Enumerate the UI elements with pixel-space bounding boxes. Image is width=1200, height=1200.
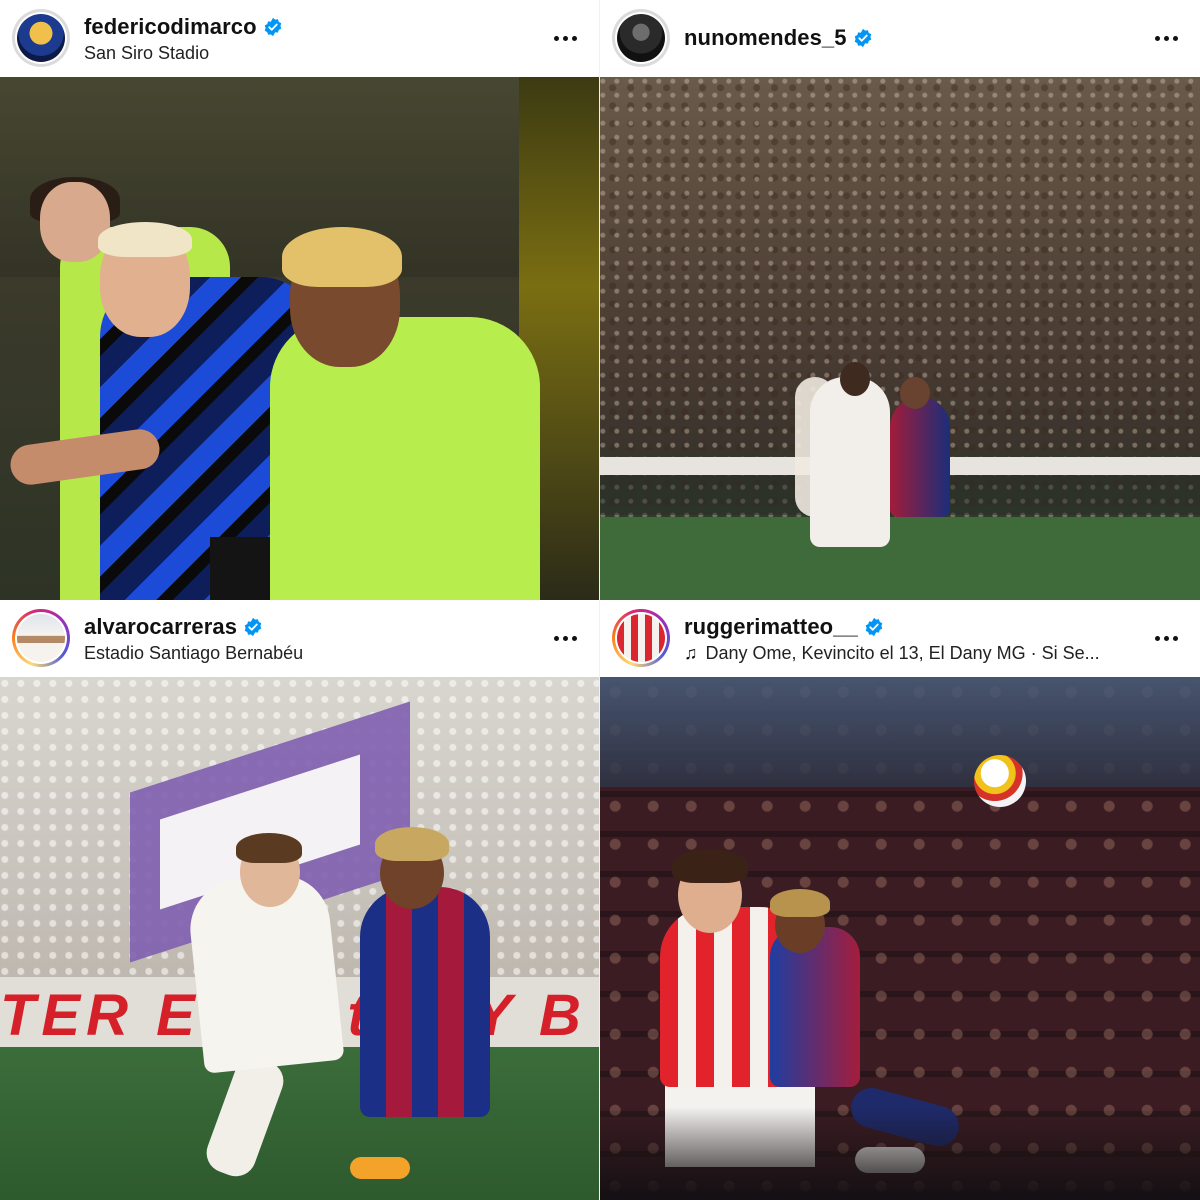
avatar-ring[interactable] (12, 9, 70, 67)
username[interactable]: nunomendes_5 (684, 25, 847, 51)
more-options-icon[interactable] (549, 622, 581, 654)
post-card: ruggerimatteo__ ♫ Dany Ome, Kevincito el… (600, 600, 1200, 1200)
post-meta: ruggerimatteo__ ♫ Dany Ome, Kevincito el… (684, 613, 1200, 664)
audio-track-text: Dany Ome, Kevincito el 13, El Dany MG · … (705, 642, 1100, 663)
post-header: nunomendes_5 (600, 0, 1200, 76)
more-options-icon[interactable] (1150, 22, 1182, 54)
location-label[interactable]: Estadio Santiago Bernabéu (84, 643, 554, 664)
post-photo[interactable] (0, 77, 599, 600)
avatar (617, 14, 665, 62)
post-photo[interactable] (600, 677, 1200, 1200)
post-meta: nunomendes_5 (684, 24, 1200, 52)
location-label[interactable]: San Siro Stadio (84, 43, 554, 64)
verified-badge-icon (244, 617, 262, 636)
post-meta: alvarocarreras Estadio Santiago Bernabéu (84, 613, 599, 664)
avatar-frame (15, 612, 67, 664)
more-options-icon[interactable] (549, 22, 581, 54)
avatar (617, 614, 665, 662)
football (974, 755, 1026, 807)
avatar-frame (15, 12, 67, 64)
post-meta: federicodimarco San Siro Stadio (84, 13, 599, 64)
avatar-frame (615, 612, 667, 664)
post-header: federicodimarco San Siro Stadio (0, 0, 599, 76)
username-row: alvarocarreras (84, 613, 599, 641)
username[interactable]: federicodimarco (84, 14, 257, 40)
avatar-story-ring[interactable] (12, 609, 70, 667)
avatar-story-ring[interactable] (612, 609, 670, 667)
post-card: nunomendes_5 (600, 0, 1200, 600)
avatar-frame (615, 12, 667, 64)
post-header: alvarocarreras Estadio Santiago Bernabéu (0, 600, 599, 676)
post-photo[interactable] (600, 77, 1200, 600)
username-row: ruggerimatteo__ (684, 613, 1200, 641)
music-note-icon: ♫ (684, 642, 698, 663)
verified-badge-icon (865, 617, 883, 636)
post-header: ruggerimatteo__ ♫ Dany Ome, Kevincito el… (600, 600, 1200, 676)
post-photo[interactable]: TER Emirat FLY B (0, 677, 599, 1200)
avatar-ring[interactable] (612, 9, 670, 67)
post-card: alvarocarreras Estadio Santiago Bernabéu… (0, 600, 599, 1200)
username-row: nunomendes_5 (684, 24, 1200, 52)
username[interactable]: alvarocarreras (84, 614, 237, 640)
username-row: federicodimarco (84, 13, 599, 41)
audio-label[interactable]: ♫ Dany Ome, Kevincito el 13, El Dany MG … (684, 643, 1154, 664)
avatar (17, 14, 65, 62)
avatar (17, 614, 65, 662)
post-card: federicodimarco San Siro Stadio (0, 0, 599, 600)
more-options-icon[interactable] (1150, 622, 1182, 654)
username[interactable]: ruggerimatteo__ (684, 614, 858, 640)
verified-badge-icon (854, 28, 871, 48)
post-grid: federicodimarco San Siro Stadio nunomend… (0, 0, 1200, 1200)
verified-badge-icon (264, 17, 281, 36)
